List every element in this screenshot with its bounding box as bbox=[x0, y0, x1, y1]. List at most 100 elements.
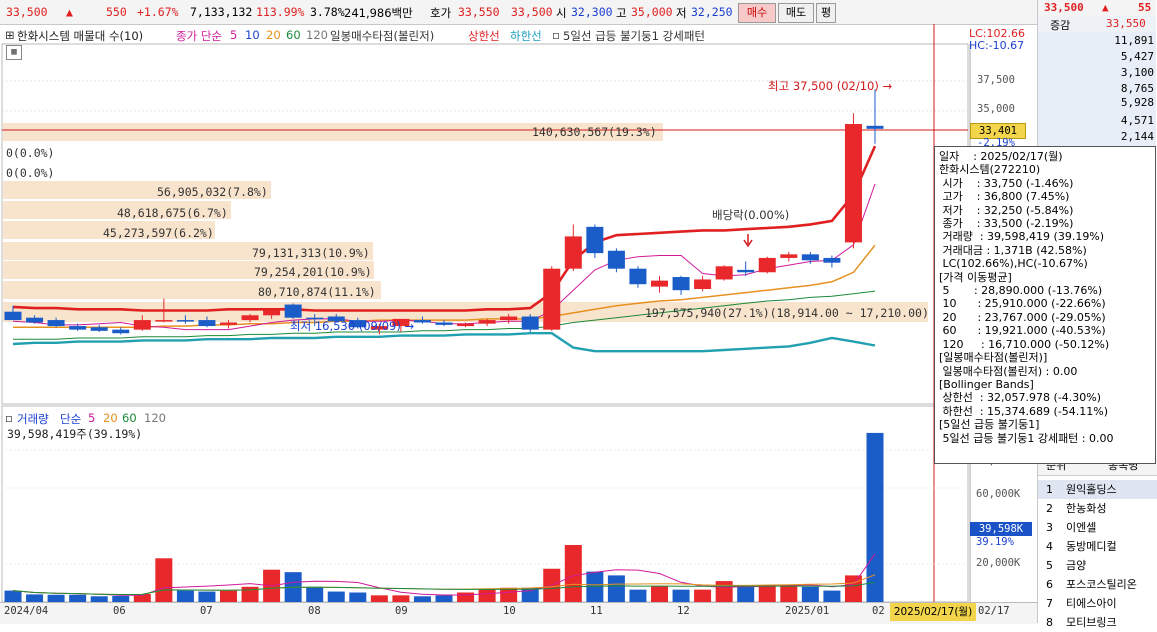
legend-pattern-marker: ▫ bbox=[552, 28, 560, 42]
orderbook-rows: 11,891 5,427 3,100 8,765 5,928 4,571 2,1… bbox=[1038, 32, 1156, 150]
candle-body bbox=[155, 320, 173, 322]
legend-ma60[interactable]: 60 bbox=[286, 28, 301, 42]
candle-body bbox=[435, 322, 453, 325]
open-price: 32,300 bbox=[571, 5, 613, 19]
candle-body bbox=[284, 304, 302, 318]
date-tick-8: 2025/01 bbox=[785, 605, 830, 617]
volume-legend-marker: ▫ bbox=[5, 411, 13, 425]
ask-price: 33,550 bbox=[458, 5, 500, 19]
volume-profile-2: 48,618,675(6.7%) bbox=[117, 206, 228, 220]
ranking-row[interactable]: 3 이엔셀 bbox=[1038, 518, 1157, 537]
orderbook-row[interactable]: 3,100 bbox=[1121, 66, 1154, 79]
ranking-number: 7 bbox=[1046, 597, 1053, 610]
candle-body bbox=[176, 320, 194, 322]
legend-bb-label[interactable]: 일봉매수타점(볼린저) bbox=[330, 28, 434, 44]
volume-bar bbox=[521, 587, 539, 602]
turnover-rate: 3.78% bbox=[310, 5, 345, 19]
high-price: 35,000 bbox=[631, 5, 673, 19]
legend-ma120[interactable]: 120 bbox=[306, 28, 328, 42]
candle-body bbox=[564, 236, 582, 269]
ranking-row[interactable]: 7 티에스아이 bbox=[1038, 594, 1157, 613]
legend-ma5[interactable]: 5 bbox=[230, 28, 237, 42]
high-note: 최고 37,500 (02/10) → bbox=[768, 79, 893, 93]
evaluate-button[interactable]: 평 bbox=[816, 3, 836, 23]
volume-profile-7: 197,575,940(27.1%)(18,914.00 ~ 17,210.00… bbox=[645, 306, 929, 320]
candle-body bbox=[133, 320, 151, 330]
ranking-stock-name: 금양 bbox=[1066, 559, 1087, 572]
legend-ma20[interactable]: 20 bbox=[266, 28, 281, 42]
volume-legend-label[interactable]: 거래량 bbox=[17, 411, 49, 427]
volume-profile-1: 56,905,032(7.8%) bbox=[157, 185, 268, 199]
candle-body bbox=[4, 311, 22, 321]
orderbook-row[interactable]: 5,928 bbox=[1121, 96, 1154, 109]
buy-button[interactable]: 매수 bbox=[738, 3, 776, 23]
volume-legend-ma120[interactable]: 120 bbox=[144, 411, 166, 425]
ranking-stock-name: 티에스아이 bbox=[1066, 597, 1117, 610]
legend-ma10[interactable]: 10 bbox=[245, 28, 260, 42]
settings-icon[interactable]: ⊞ bbox=[5, 28, 15, 42]
volume-profile-4: 79,131,313(10.9%) bbox=[252, 246, 370, 260]
ranking-row[interactable]: 4 동방메디컬 bbox=[1038, 537, 1157, 556]
date-tick-3: 08 bbox=[308, 605, 321, 617]
tooltip-line: 일봉매수타점(볼린저) : 0.00 bbox=[939, 364, 1078, 378]
ranking-number: 4 bbox=[1046, 540, 1053, 553]
volume-profile-5: 79,254,201(10.9%) bbox=[254, 265, 372, 279]
volume-legend-ma[interactable]: 단순 bbox=[60, 411, 81, 427]
orderbook-row[interactable]: 5,427 bbox=[1121, 50, 1154, 63]
tooltip-line: 고가 : 36,800 (7.45%) bbox=[939, 190, 1070, 204]
legend-title[interactable]: 한화시스템 매물대 수(10) bbox=[17, 28, 143, 44]
volume-legend: ▫ 거래량 단순 5 20 60 120 39,598,419주(39.19%) bbox=[0, 408, 300, 442]
current-price: 33,500 bbox=[6, 5, 48, 19]
ranking-row[interactable]: 5 금양 bbox=[1038, 556, 1157, 575]
orderbook-row[interactable]: 2,144 bbox=[1121, 130, 1154, 143]
candle-body bbox=[241, 315, 259, 321]
date-tick-end: 02/17 bbox=[978, 605, 1010, 617]
candle-body bbox=[543, 268, 561, 330]
tooltip-line: 상한선 : 32,057.978 (-4.30%) bbox=[939, 391, 1102, 405]
volume-bar bbox=[564, 545, 582, 602]
ranking-row[interactable]: 2 한농화성 bbox=[1038, 499, 1157, 518]
price-change: 550 bbox=[106, 5, 127, 19]
cursor-date-marker: 2025/02/17(월) bbox=[890, 603, 976, 621]
date-tick-0: 2024/04 bbox=[4, 605, 49, 617]
legend-upper[interactable]: 상한선 bbox=[468, 28, 500, 44]
ranking-number: 2 bbox=[1046, 502, 1053, 515]
candle-body bbox=[112, 329, 130, 334]
volume-bar bbox=[715, 581, 733, 602]
legend-lower[interactable]: 하한선 bbox=[510, 28, 542, 44]
volume-value: 7,133,132 bbox=[190, 5, 253, 19]
volume-bar bbox=[306, 586, 324, 602]
orderbook-row[interactable]: 8,765 bbox=[1121, 82, 1154, 95]
candle-body bbox=[780, 254, 798, 258]
legend-ma-label[interactable]: 종가 단순 bbox=[176, 28, 222, 44]
bid-price: 33,500 bbox=[511, 5, 553, 19]
orderbook-row[interactable]: 4,571 bbox=[1121, 114, 1154, 127]
stock-chart[interactable] bbox=[0, 24, 1037, 623]
volume-bar bbox=[651, 585, 668, 602]
candle-body bbox=[263, 310, 281, 316]
tooltip-line: [일봉매수타점(볼린저)] bbox=[939, 351, 1048, 365]
tooltip-line: 저가 : 32,250 (-5.84%) bbox=[939, 203, 1074, 217]
volume-legend-ma60[interactable]: 60 bbox=[122, 411, 137, 425]
volume-legend-ma5[interactable]: 5 bbox=[88, 411, 95, 425]
ranking-number: 1 bbox=[1046, 483, 1053, 496]
ranking-row[interactable]: 6 포스코스틸리온 bbox=[1038, 575, 1157, 594]
ticker-bar: 33,500 ▲ 550 +1.67% 7,133,132 113.99% 3.… bbox=[0, 0, 1037, 25]
sell-button[interactable]: 매도 bbox=[778, 3, 814, 23]
candle-body bbox=[607, 250, 625, 269]
candle-body bbox=[220, 322, 237, 325]
orderbook-panel: 33,500 ▲ 55 증감 33,550 11,891 5,427 3,100… bbox=[1037, 0, 1157, 150]
grid-icon[interactable]: ▦ bbox=[6, 45, 22, 60]
dividend-note: 배당락(0.00%) bbox=[712, 208, 790, 222]
legend-pattern[interactable]: 5일선 급등 불기둥1 강세패턴 bbox=[563, 28, 705, 44]
volume-bar bbox=[435, 595, 453, 602]
volume-legend-ma20[interactable]: 20 bbox=[103, 411, 118, 425]
volume-profile-6: 80,710,874(11.1%) bbox=[258, 285, 376, 299]
ranking-number: 5 bbox=[1046, 559, 1053, 572]
volume-bar bbox=[370, 595, 388, 602]
candle-body bbox=[651, 280, 668, 287]
volume-tick-20000k: 20,000K bbox=[976, 557, 1021, 569]
ranking-row[interactable]: 1 원익홀딩스 bbox=[1038, 480, 1157, 499]
volume-bar bbox=[349, 592, 367, 602]
orderbook-row[interactable]: 11,891 bbox=[1114, 34, 1154, 47]
